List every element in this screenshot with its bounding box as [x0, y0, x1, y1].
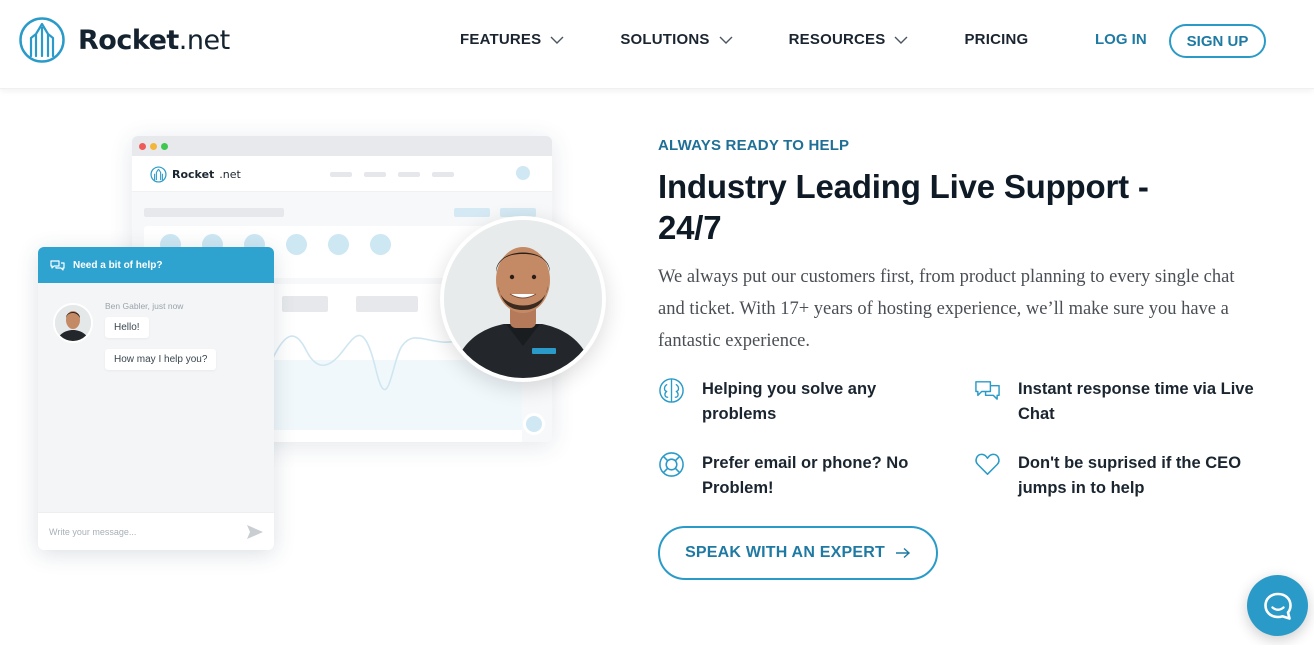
- chevron-down-icon: [550, 36, 564, 44]
- placeholder-bar: [282, 296, 328, 312]
- cta-label: SPEAK WITH AN EXPERT: [685, 544, 885, 561]
- chat-input-placeholder: Write your message...: [49, 527, 137, 537]
- nav-item-features[interactable]: FEATURES: [460, 31, 564, 48]
- speak-with-expert-button[interactable]: SPEAK WITH AN EXPERT: [658, 526, 938, 580]
- decor-dot: [523, 413, 545, 435]
- heading-line: 24/7: [658, 209, 722, 246]
- placeholder-circle: [370, 234, 391, 255]
- live-chat-launcher-button[interactable]: [1247, 575, 1308, 636]
- mini-nav-item: [330, 172, 352, 177]
- feature-item: Helping you solve any problems: [658, 377, 876, 427]
- chevron-down-icon: [719, 36, 733, 44]
- placeholder-bar: [454, 208, 490, 217]
- main-nav: FEATURES SOLUTIONS RESOURCES PRICING: [460, 31, 1028, 48]
- support-agent-photo: [440, 216, 606, 382]
- placeholder-circle: [286, 234, 307, 255]
- feature-text: Instant response time via Live Chat: [1018, 380, 1254, 423]
- chat-message-meta: Ben Gabler, just now: [105, 301, 184, 311]
- feature-item: Prefer email or phone? No Problem!: [658, 451, 908, 501]
- rocket-logo-icon: [19, 17, 65, 63]
- mini-nav-item: [364, 172, 386, 177]
- heading-line: Industry Leading Live Support -: [658, 168, 1149, 205]
- chat-widget-title: Need a bit of help?: [73, 259, 163, 271]
- mini-nav-item: [432, 172, 454, 177]
- chat-bubbles-icon: [50, 259, 65, 271]
- agent-portrait-image: [444, 220, 602, 378]
- login-link[interactable]: LOG IN: [1095, 31, 1147, 48]
- placeholder-bar: [144, 208, 284, 217]
- chat-message: How may I help you?: [105, 349, 217, 370]
- maximize-dot-icon: [161, 143, 168, 150]
- mini-nav-item: [398, 172, 420, 177]
- chat-bubbles-icon: [975, 381, 1000, 400]
- nav-label: SOLUTIONS: [620, 31, 710, 48]
- heart-icon: [975, 453, 1000, 475]
- browser-titlebar: [132, 136, 552, 156]
- mini-logo: Rocket .net: [150, 166, 241, 183]
- feature-item: Instant response time via Live Chat: [974, 377, 1254, 427]
- nav-label: FEATURES: [460, 31, 542, 48]
- chat-message-input: Write your message...: [38, 512, 274, 550]
- site-header: Rocket.net FEATURES SOLUTIONS RESOURCES …: [0, 0, 1314, 89]
- rocket-logo-icon: [150, 166, 167, 183]
- lifebuoy-icon: [659, 452, 684, 477]
- section-heading: Industry Leading Live Support - 24/7: [658, 166, 1218, 248]
- nav-label: RESOURCES: [788, 31, 886, 48]
- browser-navbar: Rocket .net: [132, 156, 552, 192]
- feature-text: Helping you solve any problems: [702, 380, 877, 423]
- brain-icon: [659, 378, 684, 403]
- nav-item-resources[interactable]: RESOURCES: [789, 31, 909, 48]
- nav-item-pricing[interactable]: PRICING: [964, 31, 1028, 48]
- arrow-right-icon: [895, 547, 910, 559]
- section-description: We always put our customers first, from …: [658, 267, 1235, 351]
- avatar: [53, 303, 93, 343]
- chat-icon: [1263, 592, 1292, 620]
- nav-label: PRICING: [964, 31, 1029, 48]
- signup-button[interactable]: SIGN UP: [1169, 24, 1266, 58]
- nav-item-solutions[interactable]: SOLUTIONS: [620, 31, 733, 48]
- chat-widget-header: Need a bit of help?: [38, 247, 274, 283]
- feature-item: Don't be suprised if the CEO jumps in to …: [974, 451, 1241, 501]
- site-logo[interactable]: Rocket.net: [18, 16, 230, 64]
- chat-message: Hello!: [105, 317, 149, 338]
- feature-text: Prefer email or phone? No Problem!: [702, 454, 909, 497]
- mini-avatar: [516, 166, 530, 180]
- send-icon: [247, 525, 263, 539]
- feature-text: Don't be suprised if the CEO jumps in to …: [1018, 454, 1242, 497]
- mini-logo-text: Rocket .net: [172, 168, 241, 181]
- section-eyebrow: ALWAYS READY TO HELP: [658, 137, 850, 154]
- placeholder-bar: [356, 296, 418, 312]
- chevron-down-icon: [894, 36, 908, 44]
- close-dot-icon: [139, 143, 146, 150]
- chat-widget-mockup: Need a bit of help? Ben Gabler, just now…: [38, 247, 274, 550]
- placeholder-circle: [328, 234, 349, 255]
- logo-wordmark: Rocket.net: [78, 24, 230, 56]
- minimize-dot-icon: [150, 143, 157, 150]
